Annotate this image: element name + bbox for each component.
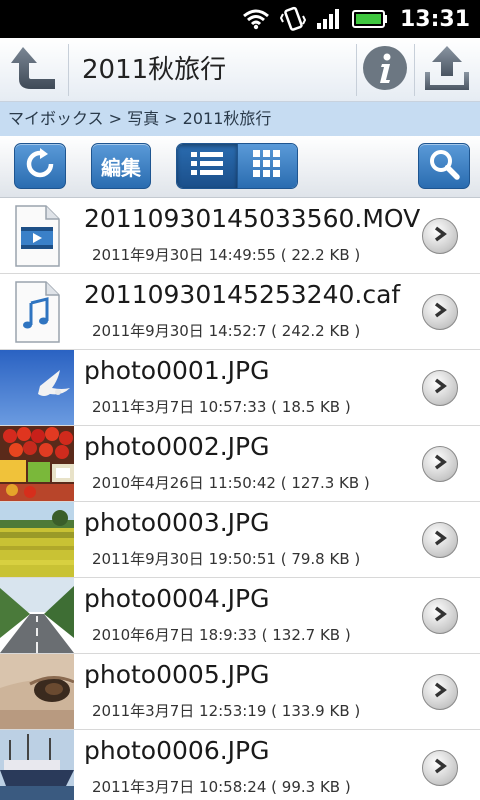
list-item[interactable]: 20110930145033560.MOV 2011年9月30日 14:49:5…: [0, 198, 480, 274]
animal-eye-photo: [0, 654, 74, 729]
search-icon: [428, 148, 460, 184]
title-divider: [68, 44, 69, 96]
list-item[interactable]: photo0004.JPG 2010年6月7日 18:9:33 ( 132.7 …: [0, 578, 480, 654]
video-file-icon: [0, 198, 74, 273]
list-item[interactable]: 20110930145253240.caf 2011年9月30日 14:52:7…: [0, 274, 480, 350]
upload-icon: [422, 44, 472, 96]
wifi-icon: [242, 8, 270, 30]
file-name: photo0001.JPG: [84, 356, 270, 385]
market-fruit-photo: [0, 426, 74, 501]
audio-file-icon: [0, 274, 74, 349]
list-item[interactable]: photo0003.JPG 2011年9月30日 19:50:51 ( 79.8…: [0, 502, 480, 578]
seagull-sky-photo: [0, 350, 74, 425]
list-view-button[interactable]: [177, 144, 237, 188]
file-name: photo0006.JPG: [84, 736, 270, 765]
detail-button[interactable]: [422, 294, 458, 330]
list-item[interactable]: photo0001.JPG 2011年3月7日 10:57:33 ( 18.5 …: [0, 350, 480, 426]
page-title: 2011秋旅行: [82, 55, 227, 85]
chevron-right-icon: [433, 226, 447, 246]
file-meta: 2011年3月7日 10:58:24 ( 99.3 KB ): [92, 778, 351, 796]
search-button[interactable]: [418, 143, 470, 189]
chevron-right-icon: [433, 530, 447, 550]
road-photo: [0, 578, 74, 653]
status-clock: 13:31: [399, 6, 470, 32]
file-meta: 2011年3月7日 10:57:33 ( 18.5 KB ): [92, 398, 351, 416]
back-button[interactable]: [0, 38, 68, 102]
file-meta: 2011年3月7日 12:53:19 ( 133.9 KB ): [92, 702, 361, 720]
detail-button[interactable]: [422, 370, 458, 406]
file-meta: 2010年6月7日 18:9:33 ( 132.7 KB ): [92, 626, 351, 644]
view-toggle: [176, 143, 298, 189]
breadcrumb[interactable]: マイボックス > 写真 > 2011秋旅行: [0, 102, 480, 136]
toolbar: 編集: [0, 136, 480, 198]
chevron-right-icon: [433, 378, 447, 398]
file-list: 20110930145033560.MOV 2011年9月30日 14:49:5…: [0, 198, 480, 800]
title-bar: 2011秋旅行: [0, 38, 480, 102]
vibrate-icon: [279, 6, 306, 32]
list-item[interactable]: photo0006.JPG 2011年3月7日 10:58:24 ( 99.3 …: [0, 730, 480, 800]
list-view-icon: [190, 151, 223, 181]
file-meta: 2011年9月30日 14:52:7 ( 242.2 KB ): [92, 322, 361, 340]
file-meta: 2010年4月26日 11:50:42 ( 127.3 KB ): [92, 474, 370, 492]
file-meta: 2011年9月30日 19:50:51 ( 79.8 KB ): [92, 550, 361, 568]
refresh-button[interactable]: [14, 143, 66, 189]
signal-icon: [316, 8, 342, 30]
detail-button[interactable]: [422, 674, 458, 710]
chevron-right-icon: [433, 682, 447, 702]
detail-button[interactable]: [422, 598, 458, 634]
status-bar: 13:31: [0, 0, 480, 38]
chevron-right-icon: [433, 606, 447, 626]
grid-view-icon: [252, 149, 282, 183]
flower-field-photo: [0, 502, 74, 577]
list-item[interactable]: photo0005.JPG 2011年3月7日 12:53:19 ( 133.9…: [0, 654, 480, 730]
battery-icon: [351, 9, 388, 29]
refresh-icon: [24, 148, 56, 184]
file-name: 20110930145253240.caf: [84, 280, 401, 309]
detail-button[interactable]: [422, 446, 458, 482]
detail-button[interactable]: [422, 218, 458, 254]
edit-button[interactable]: 編集: [91, 143, 151, 189]
chevron-right-icon: [433, 758, 447, 778]
chevron-right-icon: [433, 302, 447, 322]
file-name: photo0004.JPG: [84, 584, 270, 613]
grid-view-button[interactable]: [236, 144, 297, 188]
file-name: photo0002.JPG: [84, 432, 270, 461]
harbor-boat-photo: [0, 730, 74, 800]
detail-button[interactable]: [422, 750, 458, 786]
file-name: photo0005.JPG: [84, 660, 270, 689]
file-name: photo0003.JPG: [84, 508, 270, 537]
info-icon: [362, 45, 408, 95]
list-item[interactable]: photo0002.JPG 2010年4月26日 11:50:42 ( 127.…: [0, 426, 480, 502]
info-button[interactable]: [356, 38, 414, 102]
back-arrow-icon: [9, 43, 59, 97]
chevron-right-icon: [433, 454, 447, 474]
detail-button[interactable]: [422, 522, 458, 558]
file-name: 20110930145033560.MOV: [84, 204, 421, 233]
file-meta: 2011年9月30日 14:49:55 ( 22.2 KB ): [92, 246, 361, 264]
upload-button[interactable]: [414, 38, 480, 102]
